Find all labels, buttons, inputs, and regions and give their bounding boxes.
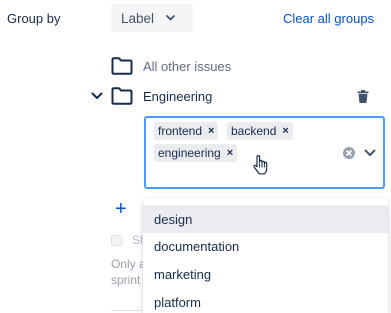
chip-remove-icon[interactable]: × bbox=[227, 147, 233, 159]
chip-remove-icon[interactable]: × bbox=[208, 125, 214, 137]
option-documentation[interactable]: documentation bbox=[143, 232, 388, 260]
label-chip: engineering × bbox=[154, 144, 238, 162]
chip-remove-icon[interactable]: × bbox=[282, 125, 288, 137]
group-by-label: Group by bbox=[7, 11, 61, 26]
chip-label: backend bbox=[231, 124, 277, 138]
group-by-settings-panel: Group by Label Clear all groups All othe… bbox=[0, 0, 391, 313]
clear-all-groups-link[interactable]: Clear all groups bbox=[283, 11, 374, 26]
folder-icon bbox=[111, 57, 133, 75]
chip-label: frontend bbox=[158, 124, 203, 138]
label-chip: frontend × bbox=[154, 122, 219, 140]
label-options-menu: design documentation marketing platform bbox=[143, 198, 388, 313]
option-design[interactable]: design bbox=[143, 205, 388, 233]
folder-icon bbox=[111, 87, 133, 105]
hand-pointer-icon bbox=[253, 155, 268, 175]
show-checkbox[interactable] bbox=[111, 235, 122, 246]
add-group-button[interactable]: + bbox=[115, 199, 127, 219]
group-label-other: All other issues bbox=[143, 58, 232, 74]
option-platform[interactable]: platform bbox=[143, 288, 388, 313]
helper-note-line: Only a bbox=[111, 257, 146, 271]
group-label-engineering: Engineering bbox=[143, 88, 213, 104]
chevron-down-icon bbox=[166, 15, 175, 21]
divider bbox=[111, 310, 141, 311]
chip-label: engineering bbox=[158, 146, 221, 160]
group-row-engineering: Engineering bbox=[90, 87, 212, 105]
label-multi-select[interactable]: frontend × backend × engineering × bbox=[144, 116, 385, 189]
group-by-select[interactable]: Label bbox=[111, 4, 193, 32]
helper-note-line: sprint bbox=[111, 273, 141, 287]
option-marketing[interactable]: marketing bbox=[143, 260, 388, 288]
chevron-down-icon[interactable] bbox=[90, 89, 104, 103]
label-chip: backend × bbox=[227, 122, 293, 140]
group-by-select-value: Label bbox=[121, 10, 155, 26]
helper-note: Only a sprint bbox=[111, 256, 146, 288]
trash-icon[interactable] bbox=[357, 90, 369, 103]
chevron-down-icon[interactable] bbox=[363, 147, 377, 159]
clear-selection-icon[interactable] bbox=[343, 147, 355, 159]
group-row-other: All other issues bbox=[111, 57, 231, 75]
